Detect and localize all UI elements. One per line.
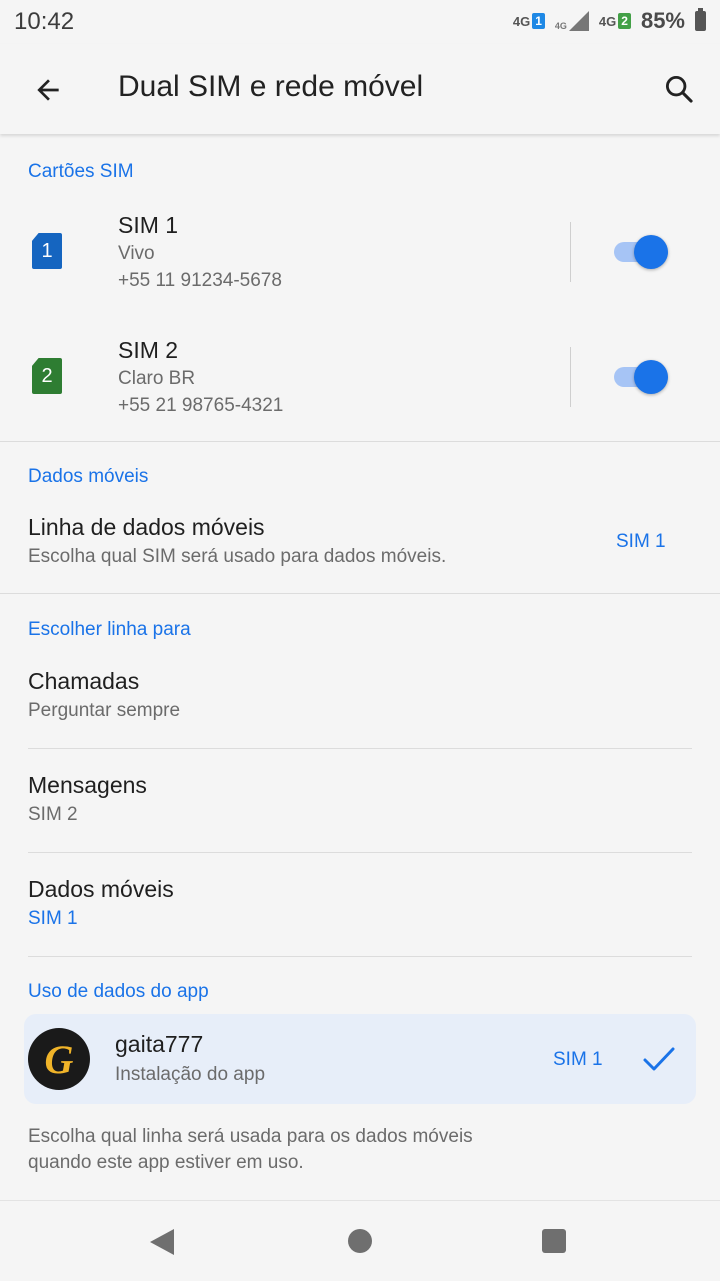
messages-value: SIM 2 <box>28 804 78 825</box>
divider-vertical <box>570 222 571 282</box>
calls-row[interactable]: Chamadas Perguntar sempre <box>0 650 720 748</box>
sim2-carrier: Claro BR <box>118 368 196 389</box>
section-divider <box>0 441 720 442</box>
sim2-signal-icon: 4G 2 <box>599 13 631 29</box>
mobile-data-line-title: Linha de dados móveis <box>28 514 265 540</box>
check-icon <box>643 1047 675 1071</box>
app-data-footer-line2: quando este app estiver em uso. <box>28 1152 304 1173</box>
calls-title: Chamadas <box>28 668 140 694</box>
sim1-row[interactable]: 1 SIM 1 Vivo +55 11 91234-5678 <box>0 196 720 316</box>
sim1-toggle[interactable] <box>614 234 670 269</box>
mobile-data-line-value: SIM 1 <box>616 531 666 552</box>
back-button[interactable] <box>26 68 70 112</box>
row-divider <box>28 852 692 853</box>
toggle-thumb <box>634 360 668 394</box>
battery-percent: 85% <box>640 8 685 33</box>
divider-vertical <box>570 347 571 407</box>
mobile-data-header: Dados móveis <box>28 466 149 487</box>
sim1-badge: 1 <box>532 13 545 29</box>
status-time: 10:42 <box>14 8 75 35</box>
app-data-header: Uso de dados do app <box>28 981 209 1002</box>
page-title: Dual SIM e rede móvel <box>118 70 424 103</box>
app-subtitle: Instalação do app <box>115 1064 266 1085</box>
nav-recents-icon[interactable] <box>542 1229 566 1253</box>
sim2-name: SIM 2 <box>118 337 179 363</box>
search-icon <box>665 75 693 103</box>
mobile-data-choice-row[interactable]: Dados móveis SIM 1 <box>0 859 720 956</box>
app-sim-value: SIM 1 <box>553 1049 603 1070</box>
mobile-data-line-desc: Escolha qual SIM será usado para dados m… <box>28 546 447 567</box>
app-logo-letter: G <box>44 1036 74 1082</box>
arrow-left-icon <box>37 79 59 101</box>
messages-row[interactable]: Mensagens SIM 2 <box>0 755 720 852</box>
app-data-footer-line1: Escolha qual linha será usada para os da… <box>28 1126 473 1147</box>
signal-triangle-icon <box>568 11 589 31</box>
sim-secondary-signal-icon: 4G <box>555 11 589 31</box>
sim1-number: +55 11 91234-5678 <box>118 270 282 291</box>
row-divider <box>28 956 692 957</box>
sim1-carrier: Vivo <box>118 243 155 264</box>
calls-value: Perguntar sempre <box>28 700 181 721</box>
network-type-label: 4G <box>512 14 531 29</box>
sim1-signal-icon: 4G 1 <box>513 13 545 29</box>
section-divider <box>0 593 720 594</box>
navigation-bar <box>0 1200 720 1281</box>
sim1-name: SIM 1 <box>118 212 179 238</box>
network-type-label-2: 4G <box>554 21 567 31</box>
sim1-card-icon: 1 <box>32 233 62 269</box>
sim2-card-icon: 2 <box>32 358 62 394</box>
sim2-number: +55 21 98765-4321 <box>118 395 284 416</box>
messages-title: Mensagens <box>28 772 147 798</box>
search-button[interactable] <box>656 66 702 112</box>
status-bar: 10:42 4G 1 4G 4G 2 85% <box>0 0 720 44</box>
choose-line-header: Escolher linha para <box>28 619 191 640</box>
app-data-footer: Escolha qual linha será usada para os da… <box>28 1124 473 1176</box>
nav-back-icon[interactable] <box>150 1229 174 1255</box>
mobile-data-choice-value: SIM 1 <box>28 908 78 929</box>
battery-icon <box>695 8 706 31</box>
mobile-data-line-row[interactable]: Linha de dados móveis Escolha qual SIM s… <box>0 500 720 592</box>
app-name: gaita777 <box>115 1031 204 1057</box>
app-logo: G <box>28 1028 90 1090</box>
status-icons: 4G 1 4G 4G 2 85% <box>513 8 706 34</box>
sim2-badge: 2 <box>618 13 631 29</box>
app-card[interactable]: G gaita777 Instalação do app SIM 1 <box>24 1014 696 1104</box>
toggle-thumb <box>634 235 668 269</box>
app-bar: Dual SIM e rede móvel <box>0 44 720 134</box>
sim-cards-header: Cartões SIM <box>28 161 134 182</box>
network-type-label-3: 4G <box>598 14 617 29</box>
nav-home-icon[interactable] <box>348 1229 372 1253</box>
mobile-data-choice-title: Dados móveis <box>28 876 174 902</box>
sim2-row[interactable]: 2 SIM 2 Claro BR +55 21 98765-4321 <box>0 321 720 441</box>
sim2-toggle[interactable] <box>614 359 670 394</box>
row-divider <box>28 748 692 749</box>
